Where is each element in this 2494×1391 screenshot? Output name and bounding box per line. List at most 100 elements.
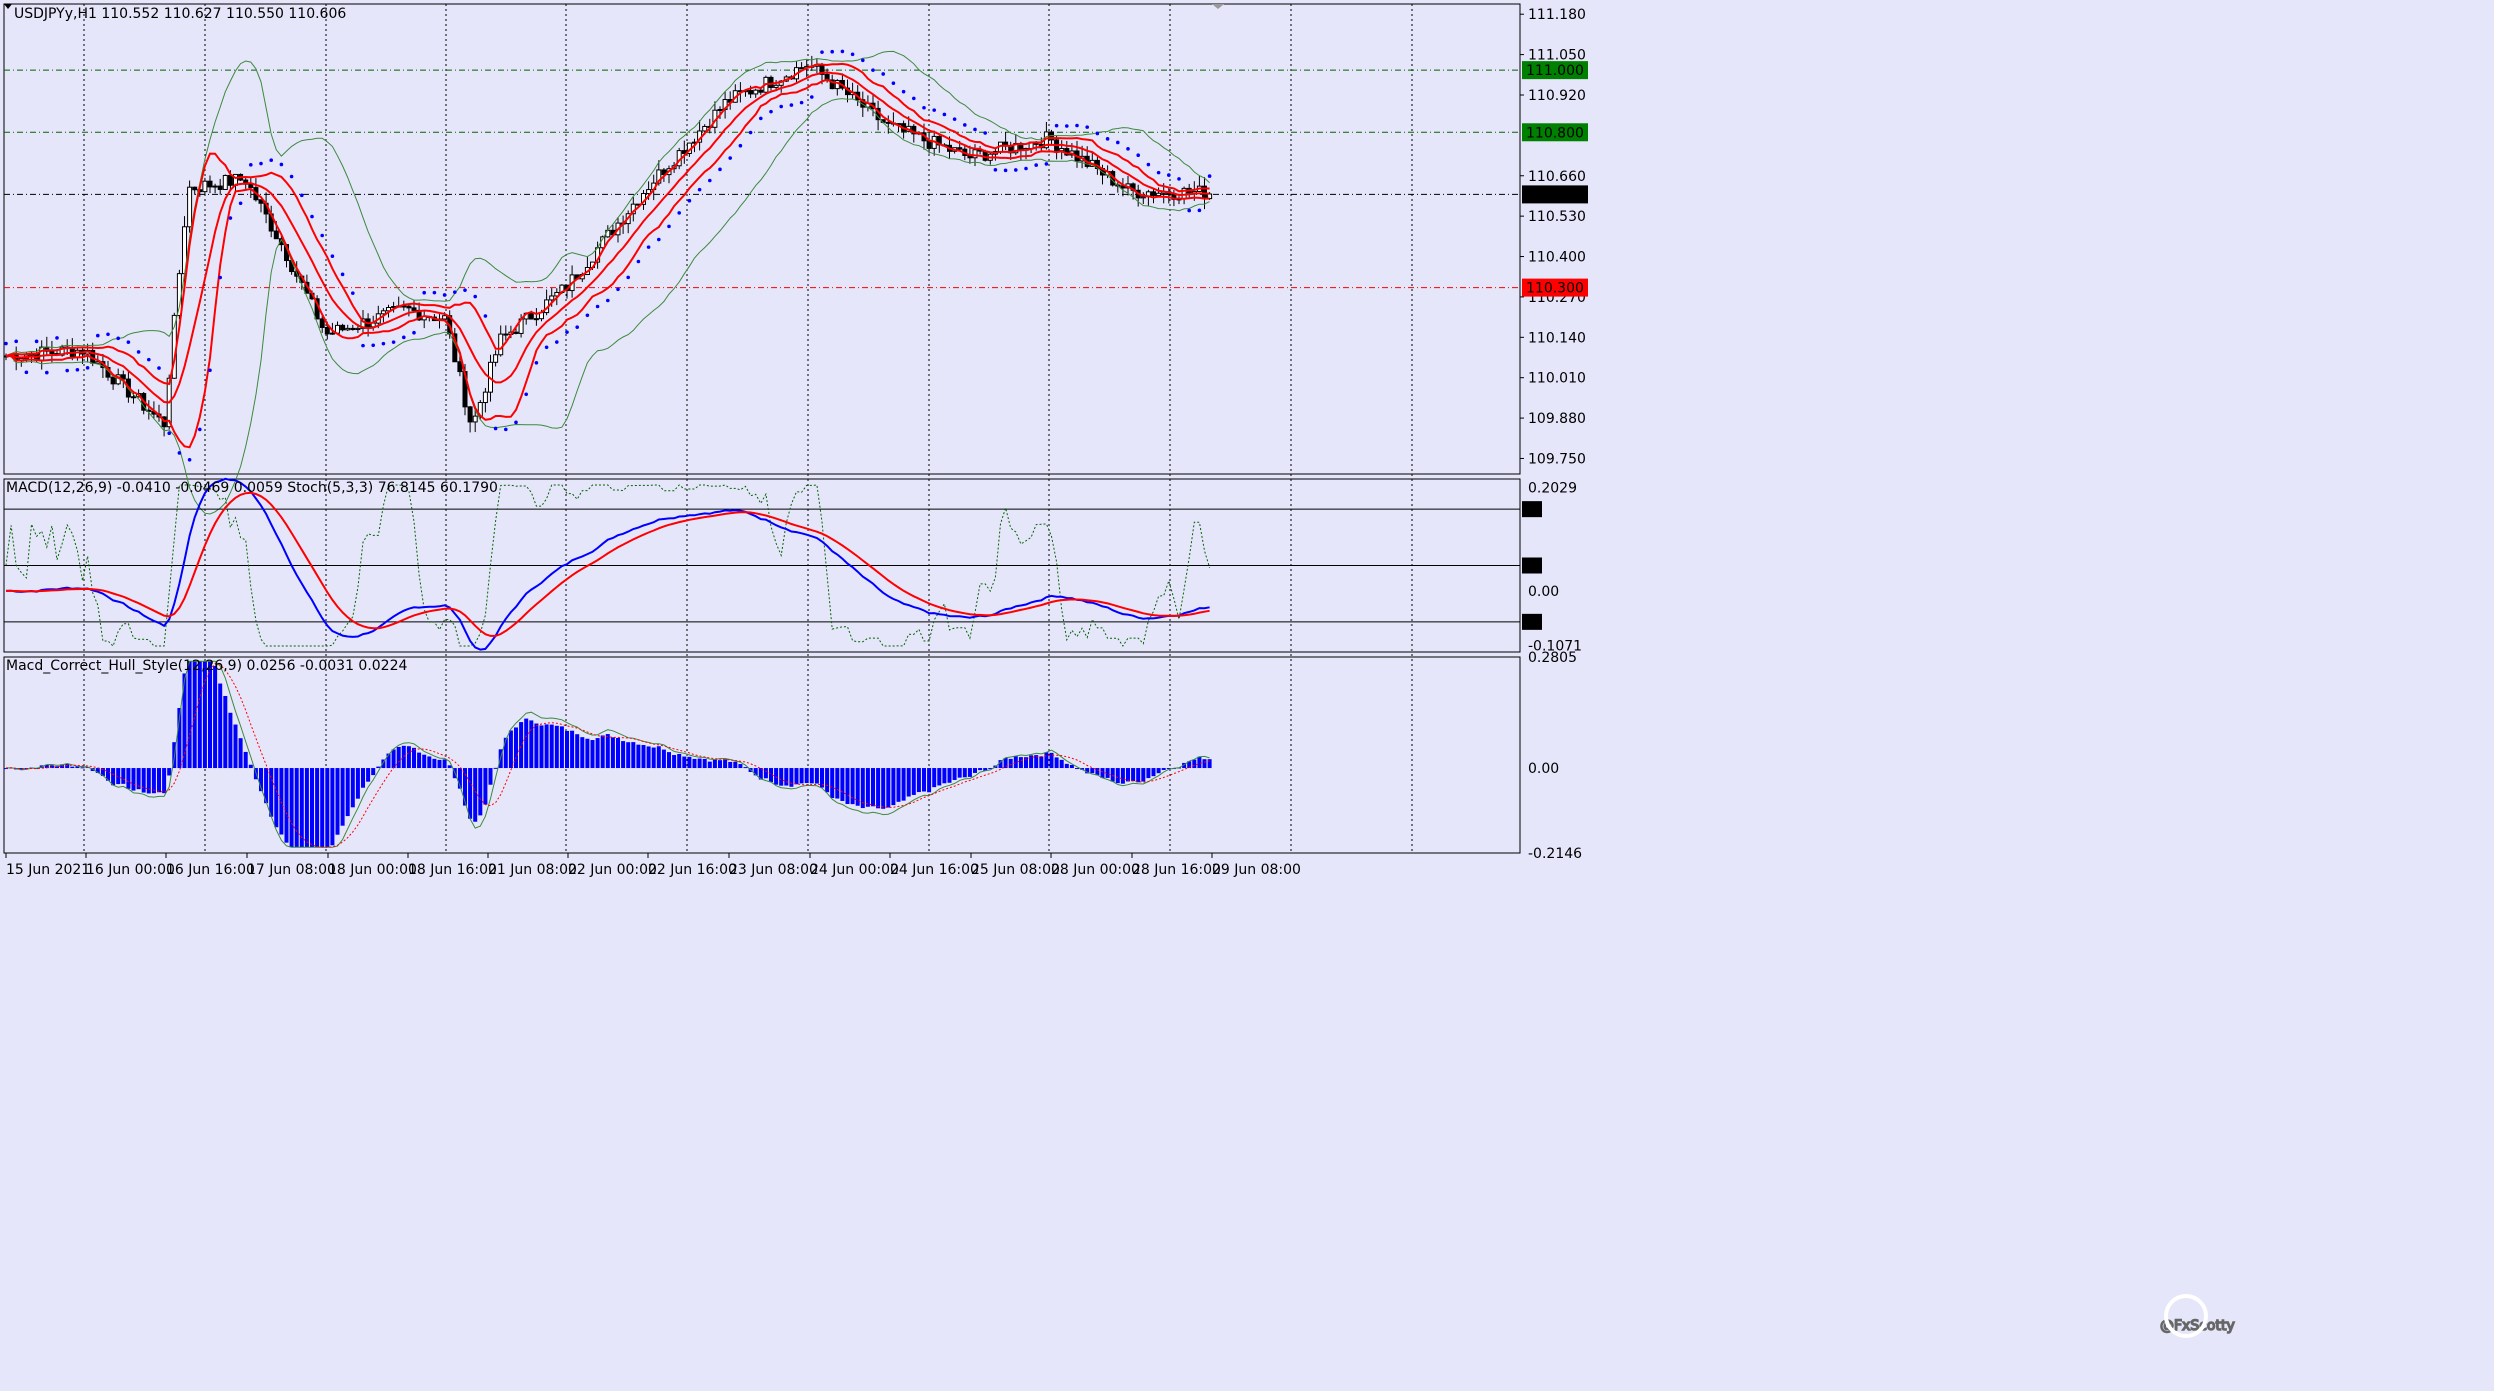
psar-dot <box>973 127 977 132</box>
hull-histogram-bar <box>728 761 733 769</box>
hull-histogram-bar <box>682 756 687 769</box>
psar-dot <box>1024 166 1028 171</box>
hull-histogram-bar <box>840 768 845 801</box>
hull-histogram-bar <box>539 725 544 769</box>
psar-dot <box>912 96 916 101</box>
hull-histogram-bar <box>1054 757 1059 769</box>
hull-histogram-bar <box>111 768 116 786</box>
hull-histogram-bar <box>442 759 447 769</box>
hull-histogram-bar <box>687 756 692 769</box>
hull-histogram-bar <box>1069 764 1074 769</box>
psar-dot <box>473 294 478 299</box>
hull-histogram-bar <box>391 749 396 769</box>
hull-histogram-bar <box>804 768 809 784</box>
chart-canvas[interactable]: 111.180111.050110.920110.660110.530110.4… <box>0 0 2494 1391</box>
hull-histogram-bar <box>167 768 172 776</box>
psar-dot <box>891 81 896 86</box>
hull-header: Macd_Correct_Hull_Style(12,26,9) 0.0256 … <box>6 658 407 674</box>
psar-dot <box>1167 173 1171 177</box>
psar-dot <box>901 89 906 94</box>
hull-histogram-bar <box>549 724 554 769</box>
hull-histogram-bar <box>1039 756 1044 769</box>
psar-dot <box>830 49 834 54</box>
hull-histogram-bar <box>1126 768 1130 782</box>
price-tick-label: 109.880 <box>1528 411 1586 427</box>
psar-dot <box>718 167 722 172</box>
candle <box>442 315 448 320</box>
psar-dot <box>544 345 549 350</box>
hull-histogram-bar <box>743 767 748 769</box>
psar-dot <box>861 58 865 63</box>
hull-histogram-bar <box>355 768 360 799</box>
hull-histogram-bar <box>493 767 498 769</box>
psar-dot <box>228 216 233 220</box>
hull-tick-label: 0.2805 <box>1528 650 1577 666</box>
psar-dot <box>1065 124 1069 128</box>
hull-histogram-bar <box>774 768 779 785</box>
psar-dot <box>432 290 437 295</box>
level-label: 110.300 <box>1526 281 1584 297</box>
psar-dot <box>1207 174 1212 178</box>
candle <box>350 327 356 331</box>
hull-histogram-bar <box>631 742 636 769</box>
psar-dot <box>14 339 18 344</box>
hull-histogram-bar <box>187 661 192 769</box>
psar-dot <box>279 162 284 167</box>
hull-histogram-bar <box>871 768 875 807</box>
candle <box>411 307 417 311</box>
hull-histogram-bar <box>794 768 799 785</box>
psar-dot <box>1014 168 1018 172</box>
hull-histogram-bar <box>881 768 886 809</box>
chart-window[interactable]: 111.180 111.050 110.920 110.660 110.530 110.4… <box>0 0 2494 1391</box>
hull-histogram-bar <box>508 730 513 769</box>
candle <box>503 333 509 336</box>
upper-band-line <box>5 50 1210 357</box>
hull-histogram-bar <box>1146 768 1151 779</box>
psar-dot <box>391 340 396 344</box>
candle <box>498 333 504 356</box>
hull-histogram-bar <box>707 761 712 769</box>
hull-histogram-bar <box>529 720 534 769</box>
hull-histogram-bar <box>121 768 126 784</box>
psar-dot <box>493 426 498 431</box>
psar-dot <box>871 68 875 72</box>
time-tick-label: 21 Jun 08:00 <box>488 862 577 878</box>
psar-dot <box>1146 162 1151 167</box>
chart-menu-icon[interactable] <box>4 4 12 9</box>
hull-histogram-bar <box>396 746 401 769</box>
panel-frame-1 <box>3 3 1521 475</box>
hull-histogram-bar <box>565 730 569 769</box>
hull-histogram-bar <box>723 759 728 769</box>
hull-histogram-bar <box>865 768 870 807</box>
hull-histogram-bar <box>1075 768 1079 770</box>
level-label: 110.800 <box>1526 125 1584 141</box>
psar-dot <box>371 343 376 348</box>
psar-dot <box>677 211 681 215</box>
hull-histogram-bar <box>1141 768 1146 782</box>
hull-histogram-bar <box>218 683 223 769</box>
hull-histogram-bar <box>1064 763 1069 769</box>
psar-dot <box>616 287 620 292</box>
hull-histogram-bar <box>162 768 167 794</box>
hull-histogram-bar <box>580 737 585 769</box>
candle <box>131 396 136 399</box>
psar-dot <box>595 304 600 309</box>
hull-histogram-bar <box>401 745 406 769</box>
psar-dot <box>126 340 131 344</box>
hull-histogram-bar <box>437 759 442 769</box>
psar-dot <box>779 104 783 109</box>
psar-dot <box>136 350 141 354</box>
hull-histogram-bar <box>697 758 702 769</box>
psar-dot <box>351 291 355 295</box>
candle <box>926 140 932 149</box>
psar-dot <box>840 49 845 54</box>
hull-histogram-bar <box>600 735 605 769</box>
hull-histogram-bar <box>809 768 814 784</box>
hull-histogram-bar <box>157 768 161 793</box>
candle <box>1156 192 1162 197</box>
hull-histogram-bar <box>886 768 891 808</box>
hull-histogram-bar <box>784 768 789 786</box>
macd-signal-line <box>6 491 1210 637</box>
hull-histogram-bar <box>248 764 253 769</box>
psar-dot <box>1095 131 1100 136</box>
